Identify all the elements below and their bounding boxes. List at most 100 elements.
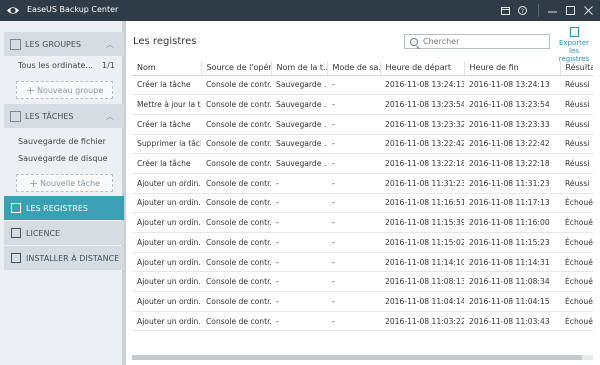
chevron-up-icon[interactable]: ︿ (106, 39, 114, 50)
nav-license-label: LICENCE (26, 228, 61, 238)
table-cell: - (327, 153, 380, 174)
table-cell: Console de contr... (201, 193, 271, 214)
table-row[interactable]: Créer la tâche Console de contr... Sauvega… (132, 75, 593, 96)
nav-registers[interactable]: LES REGISTRES (4, 196, 124, 220)
table-cell: Échoué (560, 193, 593, 214)
table-cell: - (327, 75, 380, 96)
table-cell: Console de contr... (201, 173, 271, 194)
table-cell: - (327, 311, 380, 332)
table-cell: - (327, 94, 380, 115)
sidebar-scrollbar[interactable] (122, 21, 126, 365)
column-header[interactable]: Résulta (560, 61, 593, 76)
new-task-label: Nouvelle tâche (40, 178, 101, 188)
close-icon[interactable] (578, 0, 599, 21)
table-cell: Ajouter un ordin... (132, 291, 201, 312)
table-cell: - (327, 271, 380, 293)
table-row[interactable]: Ajouter un ordin... Console de contr... - -… (132, 173, 593, 194)
table-cell: - (271, 173, 327, 194)
table-cell: Ajouter un ordin... (132, 193, 201, 214)
table-row[interactable]: Mettre à jour la t... Console de contr...… (132, 94, 593, 115)
chevron-up-icon[interactable]: ︿ (106, 111, 114, 122)
table-cell: 2016-11-08 13:24:13 (464, 75, 560, 96)
table-cell: 2016-11-08 11:04:15 (464, 291, 560, 312)
table-cell: - (271, 232, 327, 253)
export-registers-button[interactable]: Exporter les registres (553, 27, 595, 63)
table-body: Créer la tâche Console de contr... Sauvega… (132, 75, 593, 332)
table-cell: Console de contr... (201, 75, 271, 96)
new-group-button[interactable]: + Nouveau groupe (16, 81, 113, 99)
column-header[interactable]: Nom (132, 61, 202, 76)
registers-table: NomSource de l'opéra...Nom de la t...Mod… (132, 61, 593, 351)
horizontal-scrollbar[interactable] (132, 355, 593, 360)
new-task-button[interactable]: + Nouvelle tâche (16, 174, 113, 192)
license-icon (11, 228, 21, 238)
table-row[interactable]: Ajouter un ordin... Console de contr... - -… (132, 291, 593, 312)
table-cell: 2016-11-08 11:15:23 (464, 232, 560, 253)
table-cell: - (327, 193, 380, 214)
table-cell: - (327, 173, 380, 194)
table-cell: Sauvegarde ... (271, 153, 327, 174)
table-cell: 2016-11-08 11:03:22 (380, 311, 464, 332)
table-cell: - (271, 193, 327, 214)
table-row[interactable]: Ajouter un ordin... Console de contr... - -… (132, 311, 593, 332)
help-icon[interactable]: ? (512, 0, 533, 21)
table-row[interactable]: Créer la tâche Console de contr... Sauvega… (132, 114, 593, 135)
horizontal-scrollbar-thumb[interactable] (132, 355, 582, 360)
table-cell: - (271, 252, 327, 273)
column-header[interactable]: Source de l'opéra... (201, 61, 272, 76)
registers-icon (11, 203, 21, 213)
column-header[interactable]: Heure de fin (464, 61, 561, 76)
table-cell: Console de contr... (201, 311, 271, 332)
groups-header-label: LES GROUPES (25, 39, 81, 49)
search-box[interactable] (404, 34, 550, 49)
nav-registers-label: LES REGISTRES (26, 203, 88, 213)
table-cell: 2016-11-08 11:14:10 (380, 252, 464, 273)
table-cell: Réussi (560, 153, 593, 174)
table-row[interactable]: Ajouter un ordin... Console de contr... - -… (132, 252, 593, 273)
table-cell: 2016-11-08 11:08:13 (380, 271, 464, 293)
table-cell: - (327, 114, 380, 135)
table-cell: 2016-11-08 13:23:33 (464, 114, 560, 135)
column-header[interactable]: Nom de la t... (271, 61, 328, 76)
table-cell: Réussi (560, 114, 593, 135)
table-cell: 2016-11-08 11:14:31 (464, 252, 560, 273)
groups-section-header[interactable]: LES GROUPES ︿ (4, 32, 124, 56)
table-cell: 2016-11-08 11:16:51 (380, 193, 464, 214)
title-bar: EaseUS Backup Center ? (0, 0, 600, 21)
table-cell: Ajouter un ordin... (132, 252, 201, 273)
table-cell: Réussi (560, 173, 593, 194)
column-header[interactable]: Heure de départ (380, 61, 465, 76)
table-cell: 2016-11-08 13:24:13 (380, 75, 464, 96)
table-cell: Réussi (560, 94, 593, 115)
table-cell: Réussi (560, 134, 593, 155)
table-row[interactable]: Ajouter un ordin... Console de contr... - -… (132, 193, 593, 214)
table-row[interactable]: Supprimer la tâcheConsole de contr...Sau… (132, 134, 593, 155)
nav-license[interactable]: LICENCE (4, 221, 124, 245)
table-cell: - (271, 311, 327, 332)
column-header[interactable]: Mode de sa... (327, 61, 381, 76)
table-cell: - (271, 212, 327, 233)
table-row[interactable]: Ajouter un ordin... Console de contr... - -… (132, 271, 593, 293)
table-cell: Échoué (560, 232, 593, 253)
table-cell: Échoué (560, 271, 593, 293)
table-cell: Échoué (560, 291, 593, 312)
app-logo-icon (7, 7, 19, 14)
task-disk-backup[interactable]: Sauvegarde de disque (18, 154, 107, 163)
table-cell: Ajouter un ordin... (132, 212, 201, 233)
table-row[interactable]: Créer la tâche Console de contr... Sauvega… (132, 153, 593, 174)
window-title: EaseUS Backup Center (27, 5, 119, 14)
table-row[interactable]: Ajouter un ordin... Console de contr... - -… (132, 212, 593, 233)
task-file-backup[interactable]: Sauvegarde de fichier (18, 137, 106, 146)
table-row[interactable]: Ajouter un ordin... Console de contr... - -… (132, 232, 593, 253)
search-input[interactable] (423, 37, 543, 46)
group-count: 1/1 (102, 61, 115, 70)
table-cell: Console de contr... (201, 212, 271, 233)
nav-remote-install[interactable]: INSTALLER À DISTANCE (4, 246, 124, 270)
tasks-section-header[interactable]: LES TÂCHES ︿ (4, 104, 124, 128)
svg-text:?: ? (521, 8, 524, 15)
table-cell: Échoué (560, 311, 593, 332)
groups-icon (10, 38, 21, 50)
table-cell: 2016-11-08 13:23:54 (380, 94, 464, 115)
table-header-row: NomSource de l'opéra...Nom de la t...Mod… (132, 61, 593, 76)
page-title: Les registres (133, 36, 197, 47)
